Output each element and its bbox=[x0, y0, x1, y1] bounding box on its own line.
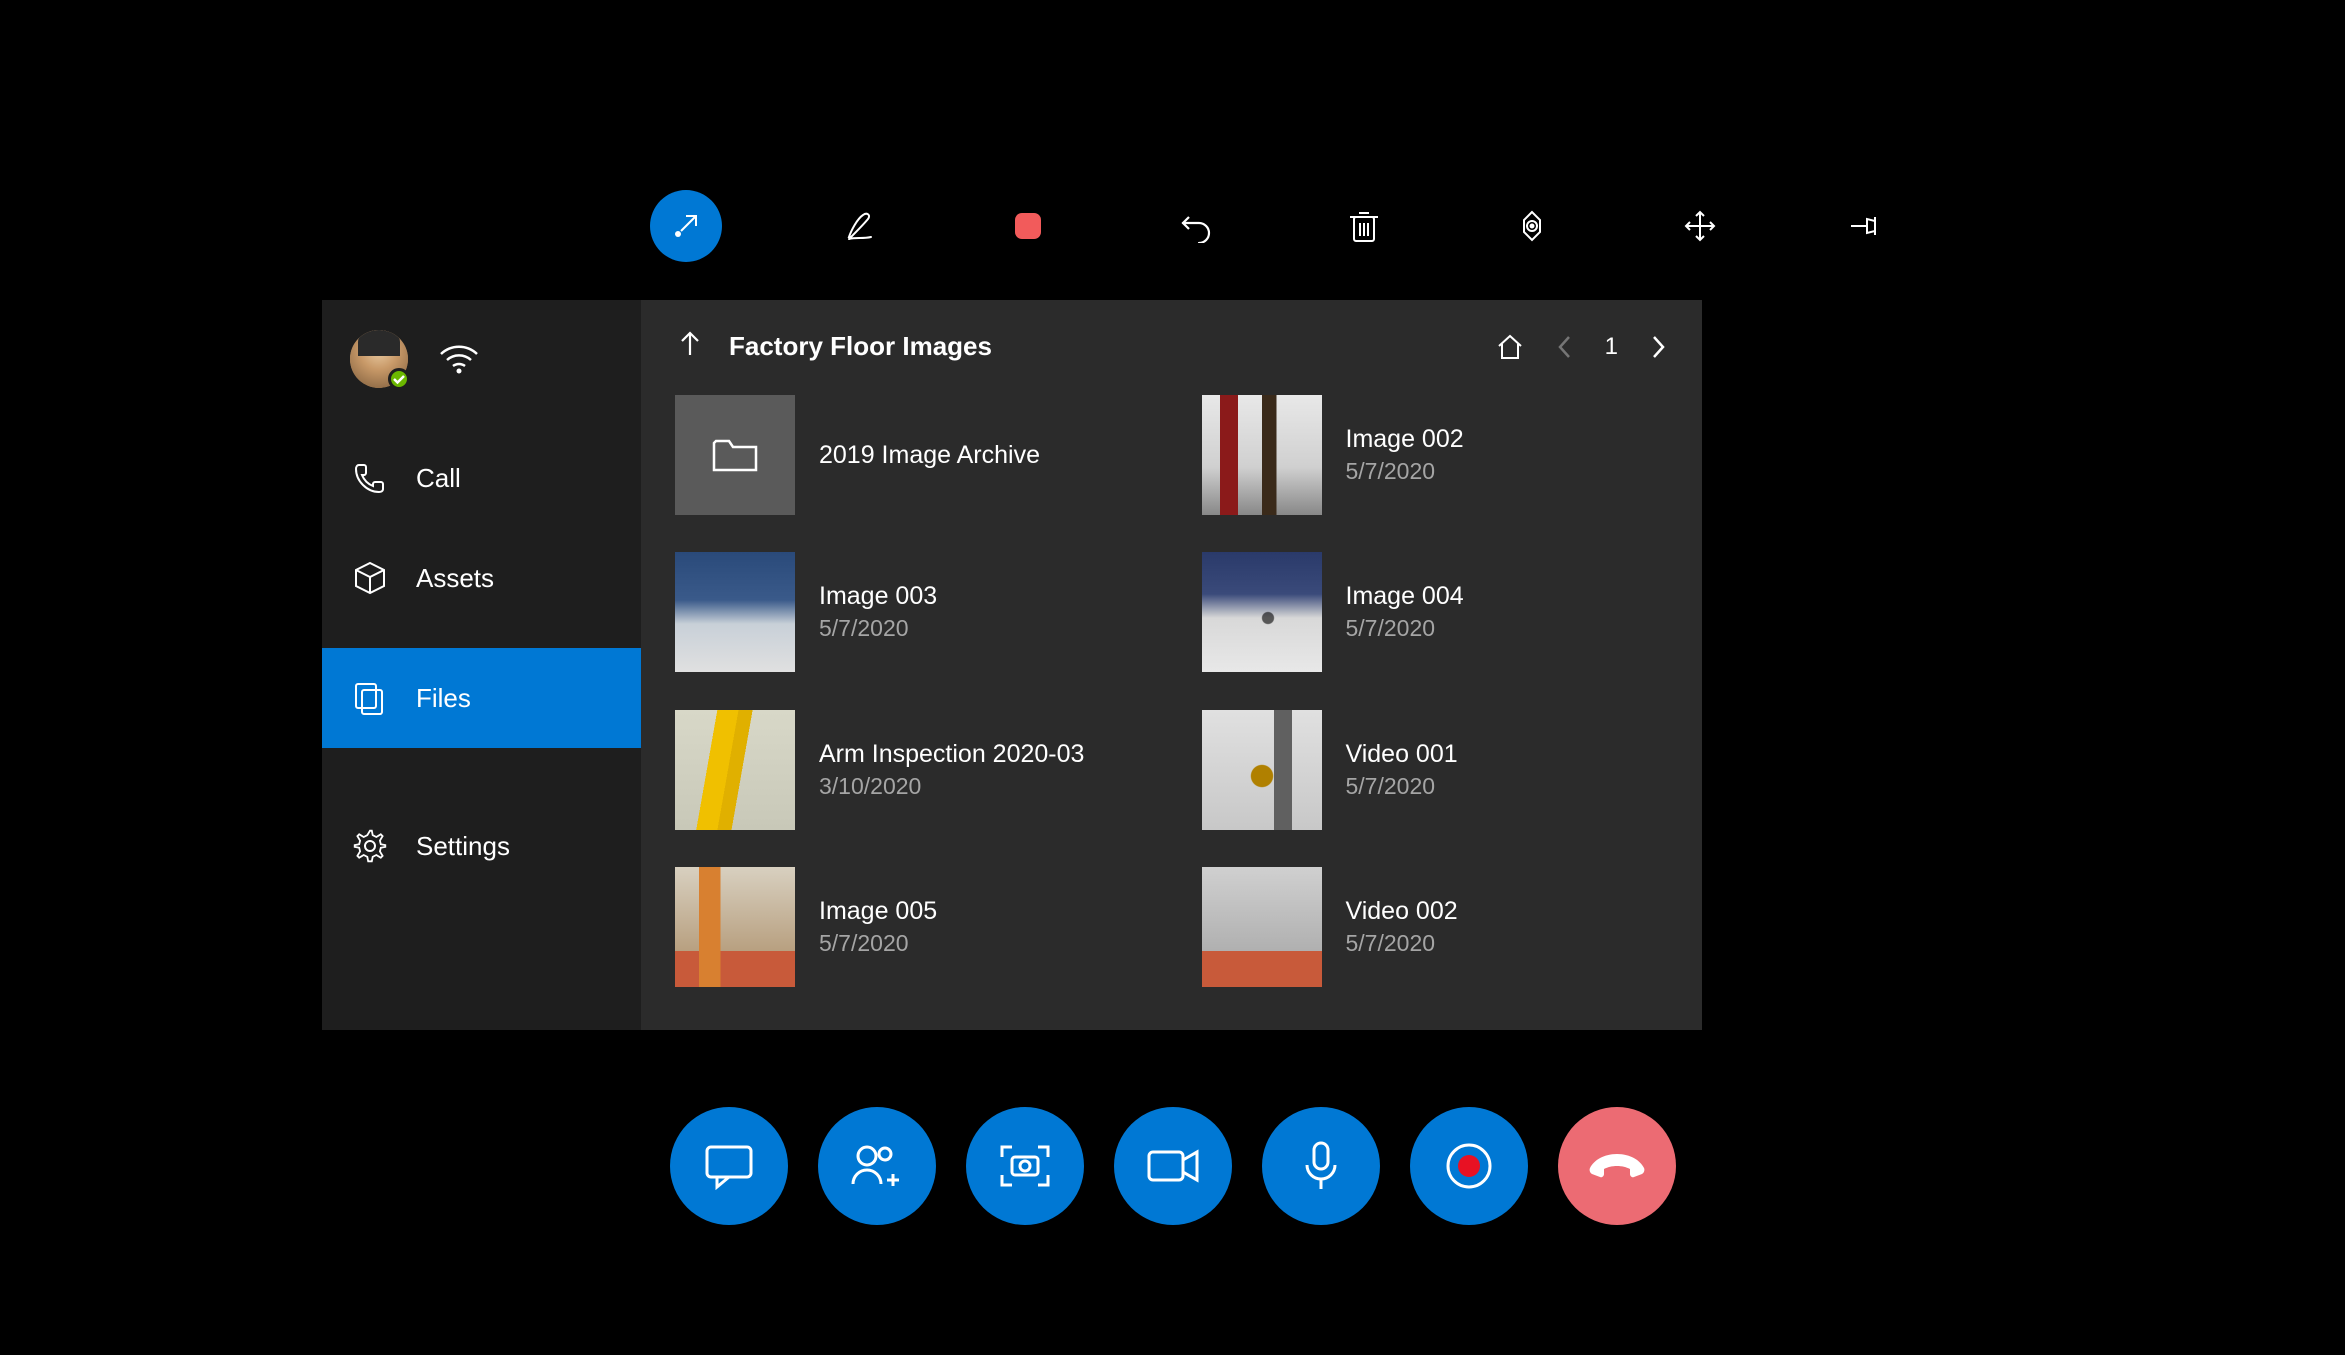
file-item[interactable]: Image 003 5/7/2020 bbox=[675, 552, 1142, 672]
call-controls bbox=[670, 1107, 1676, 1225]
file-item-folder[interactable]: 2019 Image Archive bbox=[675, 395, 1142, 515]
wifi-icon bbox=[438, 340, 480, 379]
content-header: Factory Floor Images 1 bbox=[675, 328, 1668, 365]
sidebar-item-files[interactable]: Files bbox=[322, 648, 641, 748]
file-name: Arm Inspection 2020-03 bbox=[819, 740, 1084, 769]
breadcrumb-title: Factory Floor Images bbox=[729, 331, 992, 362]
delete-tool[interactable] bbox=[1334, 196, 1394, 256]
file-date: 5/7/2020 bbox=[1346, 615, 1464, 642]
arrow-tool[interactable] bbox=[650, 190, 722, 262]
file-date: 5/7/2020 bbox=[1346, 773, 1458, 800]
sidebar-item-call[interactable]: Call bbox=[322, 428, 641, 528]
file-item[interactable]: Image 002 5/7/2020 bbox=[1202, 395, 1669, 515]
prev-page-button[interactable] bbox=[1555, 332, 1575, 362]
sidebar-item-settings[interactable]: Settings bbox=[322, 796, 641, 896]
file-date: 5/7/2020 bbox=[1346, 458, 1464, 485]
record-button[interactable] bbox=[1410, 1107, 1528, 1225]
end-call-button[interactable] bbox=[1558, 1107, 1676, 1225]
mic-button[interactable] bbox=[1262, 1107, 1380, 1225]
file-item[interactable]: Video 001 5/7/2020 bbox=[1202, 710, 1669, 830]
pager: 1 bbox=[1495, 332, 1668, 362]
file-item[interactable]: Video 002 5/7/2020 bbox=[1202, 867, 1669, 987]
move-tool[interactable] bbox=[1670, 196, 1730, 256]
file-date: 5/7/2020 bbox=[1346, 930, 1458, 957]
file-date: 5/7/2020 bbox=[819, 615, 937, 642]
sidebar-item-label: Files bbox=[416, 683, 471, 714]
main-panel: Call Assets bbox=[322, 300, 1702, 1030]
undo-tool[interactable] bbox=[1166, 196, 1226, 256]
file-name: Image 002 bbox=[1346, 425, 1464, 454]
next-page-button[interactable] bbox=[1648, 332, 1668, 362]
sidebar-item-label: Assets bbox=[416, 563, 494, 594]
image-thumb bbox=[675, 552, 795, 672]
video-thumb bbox=[1202, 710, 1322, 830]
content-area: Factory Floor Images 1 bbox=[641, 300, 1702, 1030]
video-thumb bbox=[1202, 867, 1322, 987]
file-item[interactable]: Image 004 5/7/2020 bbox=[1202, 552, 1669, 672]
file-name: Video 002 bbox=[1346, 897, 1458, 926]
gear-icon bbox=[352, 828, 388, 864]
sidebar: Call Assets bbox=[322, 300, 641, 1030]
up-button[interactable] bbox=[675, 328, 705, 365]
pen-tool[interactable] bbox=[830, 196, 890, 256]
pin-tool[interactable] bbox=[1838, 196, 1898, 256]
file-date: 5/7/2020 bbox=[819, 930, 937, 957]
sidebar-item-assets[interactable]: Assets bbox=[322, 528, 641, 628]
file-name: Image 004 bbox=[1346, 582, 1464, 611]
folder-thumb bbox=[675, 395, 795, 515]
profile-row bbox=[322, 300, 641, 428]
cube-icon bbox=[352, 560, 388, 596]
add-participants-button[interactable] bbox=[818, 1107, 936, 1225]
phone-icon bbox=[352, 460, 388, 496]
target-tool[interactable] bbox=[1502, 196, 1562, 256]
annotation-toolbar bbox=[650, 190, 1898, 262]
video-button[interactable] bbox=[1114, 1107, 1232, 1225]
sidebar-item-label: Call bbox=[416, 463, 461, 494]
file-date: 3/10/2020 bbox=[819, 773, 1084, 800]
stop-tool[interactable] bbox=[998, 196, 1058, 256]
image-thumb bbox=[675, 710, 795, 830]
avatar[interactable] bbox=[350, 330, 408, 388]
files-icon bbox=[352, 680, 388, 716]
file-grid: 2019 Image Archive Image 002 5/7/2020 Im… bbox=[675, 395, 1668, 1010]
file-name: Image 003 bbox=[819, 582, 937, 611]
file-name: Image 005 bbox=[819, 897, 937, 926]
screenshot-button[interactable] bbox=[966, 1107, 1084, 1225]
sidebar-item-label: Settings bbox=[416, 831, 510, 862]
breadcrumb: Factory Floor Images bbox=[675, 328, 992, 365]
image-thumb bbox=[1202, 552, 1322, 672]
file-item[interactable]: Arm Inspection 2020-03 3/10/2020 bbox=[675, 710, 1142, 830]
file-name: 2019 Image Archive bbox=[819, 441, 1040, 470]
image-thumb bbox=[1202, 395, 1322, 515]
file-name: Video 001 bbox=[1346, 740, 1458, 769]
presence-badge bbox=[388, 368, 410, 390]
page-number: 1 bbox=[1605, 333, 1618, 361]
home-button[interactable] bbox=[1495, 332, 1525, 362]
chat-button[interactable] bbox=[670, 1107, 788, 1225]
image-thumb bbox=[675, 867, 795, 987]
file-item[interactable]: Image 005 5/7/2020 bbox=[675, 867, 1142, 987]
